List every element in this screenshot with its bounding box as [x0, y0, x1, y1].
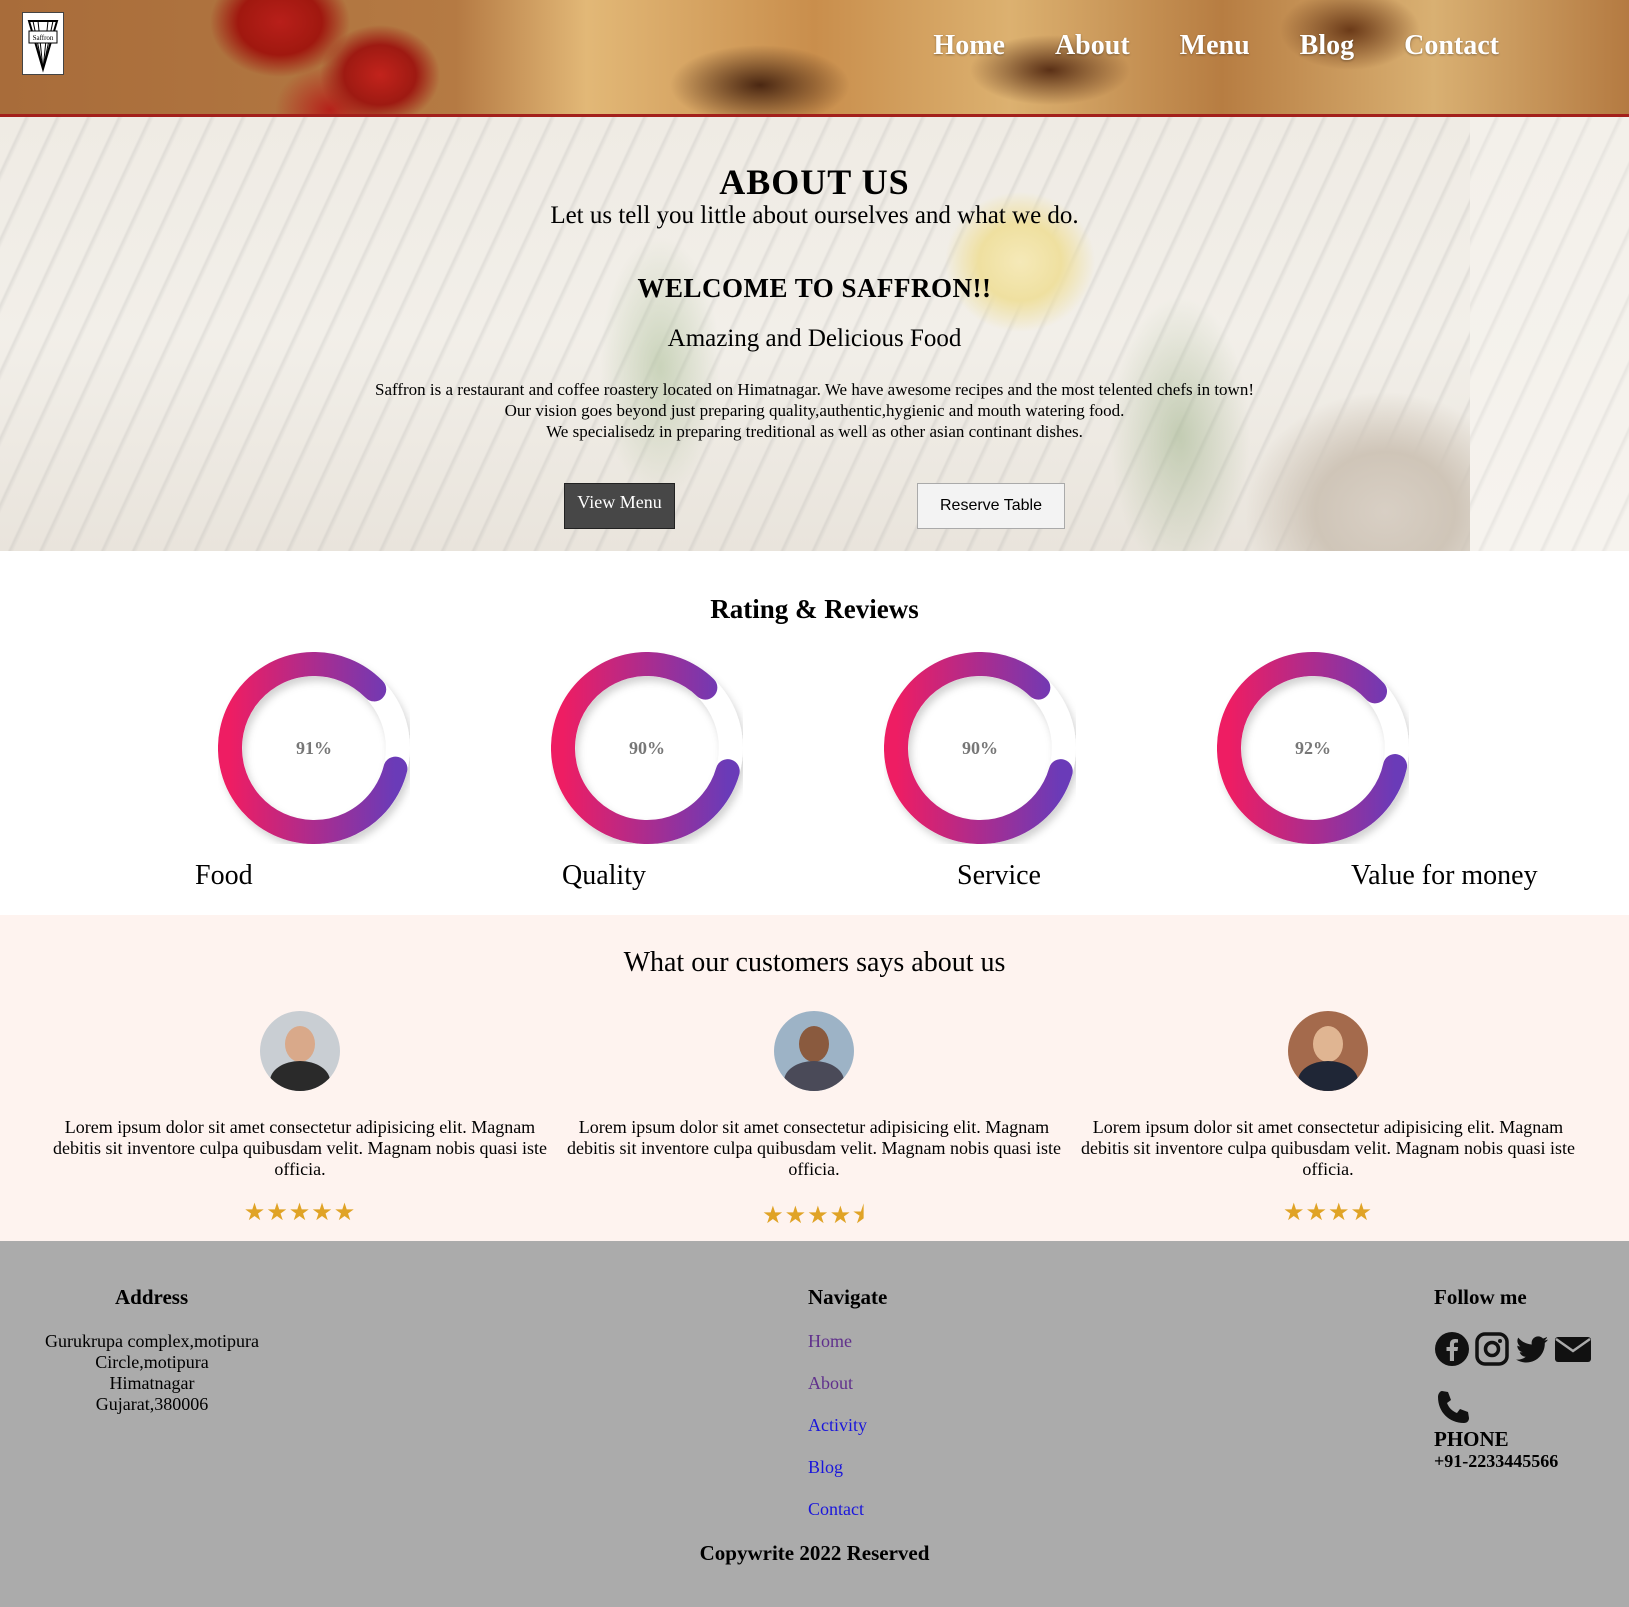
rating-ring-quality: 90%: [551, 652, 743, 844]
testimonial-text: Lorem ipsum dolor sit amet consectetur a…: [53, 1117, 547, 1179]
instagram-icon[interactable]: [1474, 1331, 1510, 1367]
nav-home[interactable]: Home: [933, 30, 1005, 62]
rating-percent: 90%: [962, 737, 998, 758]
footer-link-blog[interactable]: Blog: [808, 1457, 867, 1478]
site-footer: Address Gurukrupa complex,motipura Circl…: [0, 1241, 1629, 1607]
rating-label-service: Service: [957, 860, 1041, 891]
welcome-heading: WELCOME TO SAFFRON!!: [637, 273, 992, 303]
reserve-table-button[interactable]: Reserve Table: [917, 483, 1065, 529]
avatar: [260, 1011, 340, 1091]
main-nav: Home About Menu Blog Contact: [883, 30, 1499, 62]
avatar-face: [1313, 1026, 1343, 1062]
phone-number[interactable]: +91-2233445566: [1434, 1451, 1558, 1472]
star-rating: ★★★★★: [243, 1198, 357, 1226]
rating-percent: 91%: [296, 737, 332, 758]
copyright: Copywrite 2022 Reserved: [699, 1541, 930, 1565]
testimonial-text: Lorem ipsum dolor sit amet consectetur a…: [1081, 1117, 1575, 1179]
avatar-body: [784, 1061, 844, 1091]
navigate-heading: Navigate: [808, 1285, 888, 1309]
about-description: Saffron is a restaurant and coffee roast…: [0, 379, 1629, 442]
about-line-1: Saffron is a restaurant and coffee roast…: [374, 380, 1254, 399]
footer-link-contact[interactable]: Contact: [808, 1499, 867, 1520]
star-rating: ★★★★⯨: [762, 1201, 866, 1229]
email-icon[interactable]: [1554, 1331, 1591, 1367]
follow-heading: Follow me: [1434, 1285, 1527, 1309]
testimonial-card: Lorem ipsum dolor sit amet consectetur a…: [43, 1011, 557, 1226]
nav-contact[interactable]: Contact: [1404, 30, 1499, 62]
testimonial-card: Lorem ipsum dolor sit amet consectetur a…: [557, 1011, 1071, 1239]
address-line: Gurukrupa complex,motipura: [45, 1331, 259, 1351]
ratings-title: Rating & Reviews: [710, 594, 919, 624]
view-menu-button[interactable]: View Menu: [564, 483, 675, 529]
footer-link-activity[interactable]: Activity: [808, 1415, 867, 1436]
saffron-logo-icon[interactable]: Saffron: [22, 12, 64, 75]
testimonial-card: Lorem ipsum dolor sit amet consectetur a…: [1071, 1011, 1585, 1226]
rating-ring-service: 90%: [884, 652, 1076, 844]
testimonials-title: What our customers says about us: [623, 947, 1006, 978]
avatar: [1288, 1011, 1368, 1091]
about-title: ABOUT US: [719, 162, 910, 202]
ratings-section: Rating & Reviews 91% 90% 90% 92% Food Qu…: [0, 551, 1629, 915]
footer-link-about[interactable]: About: [808, 1373, 867, 1394]
footer-link-home[interactable]: Home: [808, 1331, 867, 1352]
social-links: [1434, 1331, 1591, 1367]
star-rating: ★★★★: [1282, 1198, 1374, 1226]
footer-nav: Home About Activity Blog Contact: [808, 1331, 867, 1541]
phone-icon: [1434, 1389, 1472, 1427]
rating-ring-value: 92%: [1217, 652, 1409, 844]
rating-percent: 92%: [1295, 737, 1331, 758]
address-line: Circle,motipura: [95, 1352, 209, 1372]
about-tagline: Let us tell you little about ourselves a…: [550, 202, 1079, 229]
rating-label-quality: Quality: [562, 860, 646, 891]
avatar-body: [270, 1061, 330, 1091]
about-line-2: Our vision goes beyond just preparing qu…: [504, 401, 1125, 420]
nav-blog[interactable]: Blog: [1300, 30, 1354, 62]
avatar-body: [1298, 1061, 1358, 1091]
phone-label: PHONE: [1434, 1427, 1509, 1451]
testimonials-section: What our customers says about us Lorem i…: [0, 915, 1629, 1241]
about-subtitle: Amazing and Delicious Food: [667, 325, 962, 352]
about-line-3: We specialisedz in preparing treditional…: [546, 422, 1083, 441]
address-heading: Address: [115, 1285, 189, 1309]
rating-ring-food: 91%: [218, 652, 410, 844]
facebook-icon[interactable]: [1434, 1331, 1470, 1367]
nav-about[interactable]: About: [1055, 30, 1130, 62]
about-section: ABOUT US Let us tell you little about ou…: [0, 117, 1629, 551]
rating-label-food: Food: [195, 860, 253, 891]
address-block: Gurukrupa complex,motipura Circle,motipu…: [22, 1331, 282, 1415]
rating-label-value: Value for money: [1351, 860, 1538, 891]
avatar-face: [285, 1026, 315, 1062]
rating-percent: 90%: [629, 737, 665, 758]
address-line: Himatnagar: [109, 1373, 195, 1393]
testimonial-text: Lorem ipsum dolor sit amet consectetur a…: [567, 1117, 1061, 1179]
avatar-face: [799, 1026, 829, 1062]
nav-menu[interactable]: Menu: [1180, 30, 1250, 62]
avatar: [774, 1011, 854, 1091]
logo-text: Saffron: [33, 34, 54, 42]
address-line: Gujarat,380006: [95, 1394, 209, 1414]
site-header: Saffron Home About Menu Blog Contact: [0, 0, 1629, 117]
twitter-icon[interactable]: [1514, 1331, 1550, 1367]
